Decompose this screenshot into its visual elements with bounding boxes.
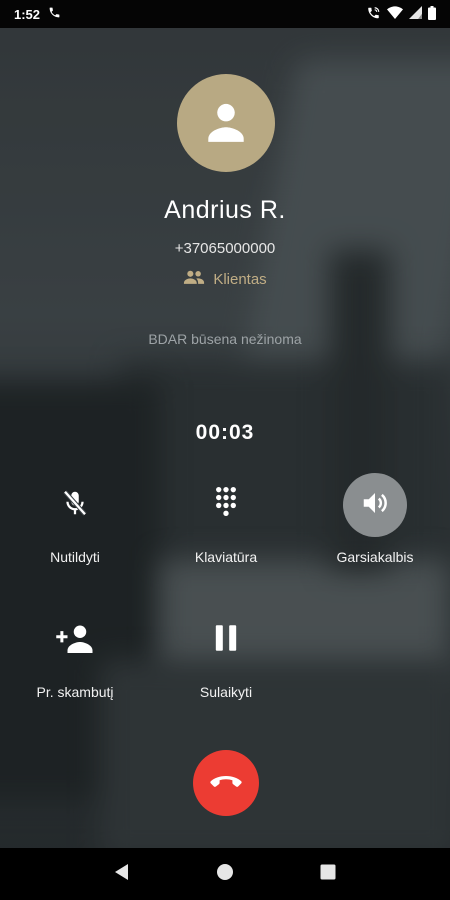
- pause-icon: [213, 624, 239, 657]
- person-icon: [201, 96, 251, 151]
- speaker-icon: [360, 488, 390, 523]
- end-call-button[interactable]: [193, 750, 259, 816]
- gdpr-status: BDAR būsena nežinoma: [148, 331, 302, 347]
- caller-number: +37065000000: [174, 240, 276, 257]
- call-screen: 1:52 Andrius R. +37065000000 Klientas BD…: [0, 0, 450, 900]
- status-time: 1:52: [14, 6, 41, 22]
- mute-button-circle[interactable]: [43, 473, 107, 537]
- dialpad-icon: [211, 486, 241, 525]
- wifi-calling-icon: [366, 6, 381, 23]
- speaker-button[interactable]: Garsiakalbis: [310, 473, 440, 565]
- home-button[interactable]: [205, 854, 245, 894]
- mic-off-icon: [60, 488, 90, 523]
- recents-square-icon: [320, 864, 336, 885]
- hold-button-circle[interactable]: [194, 608, 258, 672]
- keypad-label: Klaviatūra: [194, 549, 258, 565]
- people-icon: [183, 270, 205, 288]
- mute-label: Nutildyti: [50, 549, 100, 565]
- add-call-button-circle[interactable]: [43, 608, 107, 672]
- add-call-button[interactable]: Pr. skambutį: [10, 608, 140, 700]
- navigation-bar: [0, 848, 450, 900]
- battery-icon: [428, 5, 436, 23]
- mute-button[interactable]: Nutildyti: [10, 473, 140, 565]
- add-call-label: Pr. skambutį: [36, 684, 114, 700]
- caller-group: Klientas: [0, 270, 450, 288]
- speaker-label: Garsiakalbis: [336, 549, 414, 565]
- hold-button[interactable]: Sulaikyti: [161, 608, 291, 700]
- back-button[interactable]: [102, 854, 142, 894]
- hold-label: Sulaikyti: [199, 684, 253, 700]
- add-person-icon: [55, 623, 95, 658]
- cell-signal-icon: [409, 6, 422, 22]
- status-bar: 1:52: [0, 0, 450, 28]
- home-circle-icon: [216, 863, 234, 886]
- back-triangle-icon: [114, 863, 130, 886]
- call-timer: 00:03: [195, 421, 255, 444]
- hang-up-icon: [209, 773, 243, 794]
- speaker-button-circle[interactable]: [343, 473, 407, 537]
- phone-call-icon: [48, 6, 61, 22]
- keypad-button-circle[interactable]: [194, 473, 258, 537]
- caller-group-label: Klientas: [213, 270, 267, 288]
- keypad-button[interactable]: Klaviatūra: [161, 473, 291, 565]
- caller-name: Andrius R.: [164, 196, 286, 224]
- recents-button[interactable]: [308, 854, 348, 894]
- avatar: [177, 74, 275, 172]
- wifi-icon: [387, 5, 403, 23]
